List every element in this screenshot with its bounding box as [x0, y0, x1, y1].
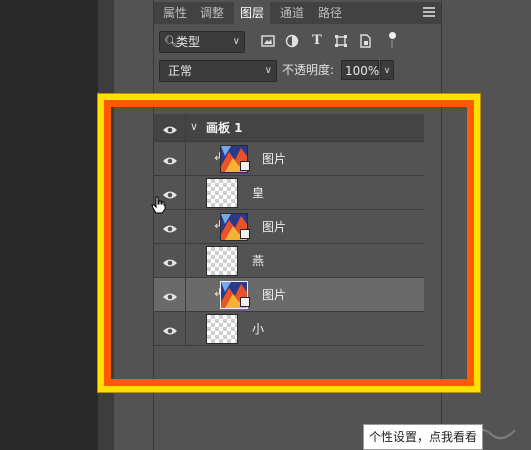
tab-paths[interactable]: 路径	[312, 2, 348, 24]
blend-row: 正常 ∨ 不透明度: 100% ∨	[154, 58, 441, 84]
panel-tabs: 属性 调整 图层 通道 路径	[154, 2, 441, 24]
blend-mode-select[interactable]: 正常 ∨	[159, 60, 277, 82]
type-layer-filter-icon[interactable]: T	[310, 34, 324, 48]
tab-properties[interactable]: 属性	[158, 2, 192, 24]
blend-mode-value: 正常	[168, 64, 193, 78]
opacity-dropdown-button[interactable]: ∨	[380, 60, 394, 80]
chevron-down-icon: ∨	[232, 36, 240, 47]
tab-layers[interactable]: 图层	[234, 2, 270, 24]
layer-filter-row: 🔍︎ 类型 ∨ T	[154, 28, 441, 54]
opacity-label: 不透明度:	[282, 63, 335, 77]
chevron-down-icon: ∨	[264, 65, 272, 76]
watermark-logo-icon	[468, 428, 516, 440]
shape-layer-filter-icon[interactable]	[334, 34, 348, 48]
smart-object-filter-icon[interactable]	[358, 34, 372, 48]
filter-toggle[interactable]	[388, 32, 396, 48]
hand-cursor-icon	[151, 196, 167, 214]
tab-channels[interactable]: 通道	[274, 2, 310, 24]
adjustment-layer-filter-icon[interactable]	[285, 34, 299, 48]
panel-menu-icon[interactable]	[423, 7, 435, 17]
highlight-annotation-box	[98, 94, 480, 392]
pixel-layer-filter-icon[interactable]	[261, 34, 275, 48]
tab-adjustments[interactable]: 调整	[194, 2, 230, 24]
filter-kind-select[interactable]: 🔍︎ 类型 ∨	[159, 31, 245, 53]
opacity-input[interactable]: 100%	[341, 60, 379, 80]
filter-kind-label: 类型	[176, 35, 201, 49]
canvas-dark-area	[0, 0, 98, 450]
